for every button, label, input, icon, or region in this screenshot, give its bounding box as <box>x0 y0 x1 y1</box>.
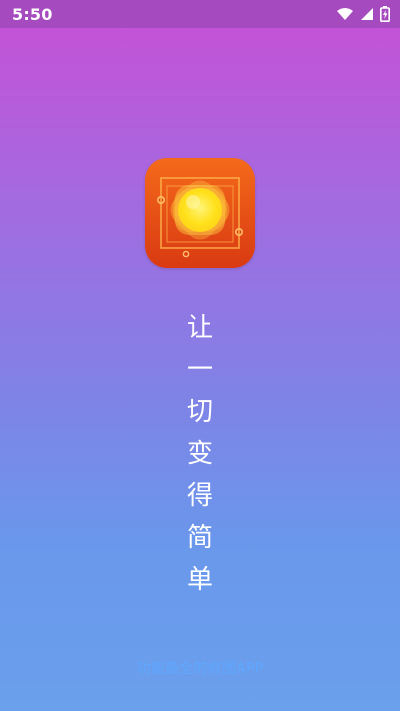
app-logo <box>145 158 255 268</box>
slogan-char: 切 <box>186 397 213 427</box>
slogan-char: 得 <box>186 481 213 511</box>
battery-icon <box>380 6 390 22</box>
status-time: 5:50 <box>12 5 53 24</box>
signal-icon <box>360 7 374 21</box>
slogan-char: 让 <box>186 313 213 343</box>
status-bar: 5:50 <box>0 0 400 28</box>
slogan-char: 单 <box>186 565 213 595</box>
wifi-icon <box>336 7 354 21</box>
slogan: 让 一 切 变 得 简 单 <box>0 310 400 598</box>
footer-tagline: 功能最全的修图APP <box>136 661 264 677</box>
slogan-char: 一 <box>186 355 213 385</box>
status-icons <box>336 4 390 24</box>
slogan-char: 变 <box>186 439 213 469</box>
slogan-char: 简 <box>186 523 213 553</box>
